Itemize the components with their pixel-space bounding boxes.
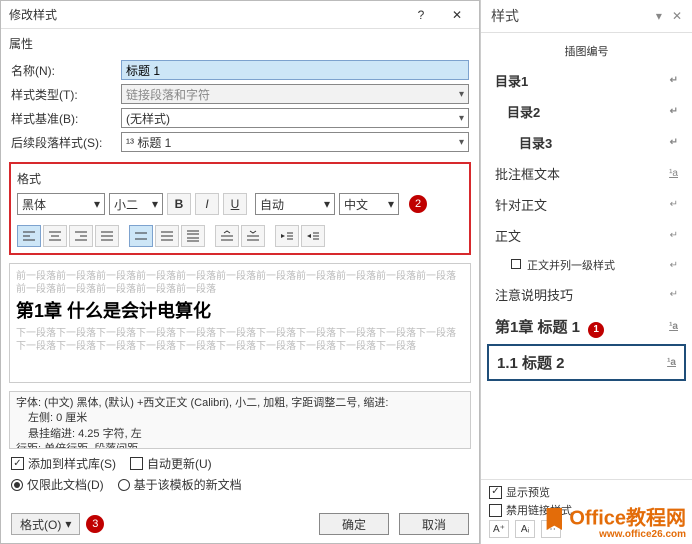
annotation-marker-1: 1 xyxy=(588,322,604,338)
new-docs-template-radio[interactable]: 基于该模板的新文档 xyxy=(118,476,242,493)
align-center-button[interactable] xyxy=(43,225,67,247)
style-type-label: 样式类型(T): xyxy=(11,86,121,103)
styles-panel-footer: ✓显示预览 禁用链接样式 A⁺ Aᵢ ⋯ xyxy=(481,479,692,544)
add-to-gallery-checkbox[interactable]: ✓添加到样式库(S) xyxy=(11,455,116,472)
space-before-inc-button[interactable] xyxy=(215,225,239,247)
style-item-heading1[interactable]: 第1章 标题 1 1 ¹a xyxy=(487,310,686,344)
annotation-marker-2: 2 xyxy=(409,195,427,213)
cancel-button[interactable]: 取消 xyxy=(399,513,469,535)
bold-button[interactable]: B xyxy=(167,193,191,215)
disable-linked-checkbox[interactable]: 禁用链接样式 xyxy=(489,502,684,518)
styles-panel-title: 样式 xyxy=(491,6,519,26)
style-item-heading2[interactable]: 1.1 标题 2¹a xyxy=(487,344,686,381)
preview-next-text: 下一段落下一段落下一段落下一段落下一段落下一段落下一段落下一段落下一段落下一段落… xyxy=(16,327,464,353)
manage-styles-button[interactable]: ⋯ xyxy=(541,520,561,538)
space-before-dec-button[interactable] xyxy=(241,225,265,247)
box-icon xyxy=(511,259,521,269)
styles-panel: 样式 ▾ ✕ 插图编号 目录1↵ 目录2↵ 目录3↵ 批注框文本¹a xyxy=(480,0,692,544)
only-this-document-radio[interactable]: 仅限此文档(D) xyxy=(11,476,104,493)
script-combo[interactable]: 中文▾ xyxy=(339,193,399,215)
style-item-toc3[interactable]: 目录3↵ xyxy=(487,127,686,158)
show-preview-checkbox[interactable]: ✓显示预览 xyxy=(489,484,684,500)
style-item-comment[interactable]: 批注框文本¹a xyxy=(487,158,686,189)
align-left-button[interactable] xyxy=(17,225,41,247)
properties-section-label: 属性 xyxy=(1,29,479,54)
following-style-label: 后续段落样式(S): xyxy=(11,134,121,151)
style-name-input[interactable] xyxy=(121,60,469,80)
font-color-combo[interactable]: 自动▾ xyxy=(255,193,335,215)
close-button[interactable]: ✕ xyxy=(443,5,471,25)
help-button[interactable]: ? xyxy=(407,5,435,25)
dialog-titlebar: 修改样式 ? ✕ xyxy=(1,1,479,29)
based-on-combo[interactable]: (无样式)▾ xyxy=(121,108,469,128)
style-item-body[interactable]: 正文↵ xyxy=(487,220,686,251)
style-item-caption[interactable]: 插图编号 xyxy=(487,37,686,65)
name-label: 名称(N): xyxy=(11,62,121,79)
line-spacing-1-button[interactable] xyxy=(129,225,153,247)
panel-close-icon[interactable]: ✕ xyxy=(672,9,682,23)
modify-style-dialog: 修改样式 ? ✕ 属性 名称(N): 样式类型(T): 链接段落和字符▾ 样式基… xyxy=(0,0,480,544)
font-combo[interactable]: 黑体▾ xyxy=(17,193,105,215)
style-item-note[interactable]: 注意说明技巧↵ xyxy=(487,279,686,310)
auto-update-checkbox[interactable]: 自动更新(U) xyxy=(130,455,212,472)
style-inspector-button[interactable]: Aᵢ xyxy=(515,520,535,538)
align-right-button[interactable] xyxy=(69,225,93,247)
following-style-combo[interactable]: ¹³ 标题 1▾ xyxy=(121,132,469,152)
dialog-title: 修改样式 xyxy=(9,6,57,23)
underline-button[interactable]: U xyxy=(223,193,247,215)
format-section-label: 格式 xyxy=(17,170,463,187)
style-item-toc2[interactable]: 目录2↵ xyxy=(487,96,686,127)
ok-button[interactable]: 确定 xyxy=(319,513,389,535)
new-style-button[interactable]: A⁺ xyxy=(489,520,509,538)
format-menu-button[interactable]: 格式(O) ▾ xyxy=(11,513,80,535)
preview-sample-text: 第1章 什么是会计电算化 xyxy=(16,300,464,323)
styles-list[interactable]: 插图编号 目录1↵ 目录2↵ 目录3↵ 批注框文本¹a 针对正文↵ 正文↵ 正文… xyxy=(481,33,692,479)
indent-increase-button[interactable] xyxy=(301,225,325,247)
format-section-box: 格式 黑体▾ 小二▾ B I U 自动▾ 中文▾ 2 xyxy=(9,162,471,255)
properties-grid: 名称(N): 样式类型(T): 链接段落和字符▾ 样式基准(B): (无样式)▾… xyxy=(1,54,479,160)
style-description-box: 字体: (中文) 黑体, (默认) +西文正文 (Calibri), 小二, 加… xyxy=(9,391,471,449)
align-justify-button[interactable] xyxy=(95,225,119,247)
font-size-combo[interactable]: 小二▾ xyxy=(109,193,163,215)
annotation-marker-3: 3 xyxy=(86,515,104,533)
style-item-body-list[interactable]: 正文并列一级样式↵ xyxy=(487,251,686,279)
preview-prev-text: 前一段落前一段落前一段落前一段落前一段落前一段落前一段落前一段落前一段落前一段落… xyxy=(16,270,464,296)
italic-button[interactable]: I xyxy=(195,193,219,215)
line-spacing-2-button[interactable] xyxy=(181,225,205,247)
style-item-toc1[interactable]: 目录1↵ xyxy=(487,65,686,96)
style-preview-box: 前一段落前一段落前一段落前一段落前一段落前一段落前一段落前一段落前一段落前一段落… xyxy=(9,263,471,383)
indent-decrease-button[interactable] xyxy=(275,225,299,247)
line-spacing-1-5-button[interactable] xyxy=(155,225,179,247)
style-item-target[interactable]: 针对正文↵ xyxy=(487,189,686,220)
panel-dropdown-icon[interactable]: ▾ xyxy=(656,9,662,23)
based-on-label: 样式基准(B): xyxy=(11,110,121,127)
style-type-combo: 链接段落和字符▾ xyxy=(121,84,469,104)
